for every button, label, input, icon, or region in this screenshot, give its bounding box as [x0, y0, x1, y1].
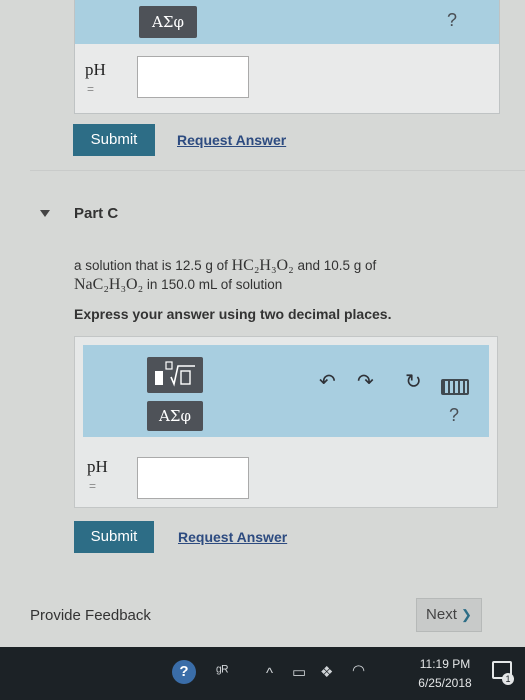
- ph-input[interactable]: [137, 457, 249, 499]
- request-answer-link[interactable]: Request Answer: [178, 529, 287, 545]
- reset-icon[interactable]: ↻: [405, 369, 422, 394]
- instruction-text: Express your answer using two decimal pl…: [74, 306, 392, 322]
- dropbox-icon[interactable]: ❖: [320, 663, 333, 681]
- taskbar: ? ᵍᴿ ^ ▭ ❖ ◠ 11:19 PM 6/25/2018 1: [0, 647, 525, 700]
- ph-label: pH: [87, 457, 108, 476]
- help-icon[interactable]: ?: [172, 660, 196, 684]
- symbols-button[interactable]: ΑΣφ: [147, 401, 203, 431]
- prev-math-toolbar: ΑΣφ ?: [75, 0, 499, 44]
- notification-badge: 1: [502, 673, 514, 685]
- ph-input[interactable]: [137, 56, 249, 98]
- request-answer-link[interactable]: Request Answer: [177, 132, 286, 148]
- part-title: Part C: [74, 205, 119, 222]
- keyboard-icon[interactable]: [441, 379, 469, 395]
- templates-icon: [155, 361, 195, 387]
- question-text: a solution that is 12.5 g of: [74, 258, 232, 273]
- equals-sign: =: [87, 82, 95, 96]
- question-line-2: NaC₂H₃O₂ in 150.0 mL of solution: [74, 276, 282, 294]
- ph-label: pH: [85, 60, 106, 79]
- formula-sodium-acetate: NaC₂H₃O₂: [74, 276, 144, 293]
- undo-icon[interactable]: ↶: [319, 369, 336, 394]
- collapse-arrow-icon[interactable]: [40, 210, 50, 217]
- provide-feedback-link[interactable]: Provide Feedback: [30, 607, 151, 624]
- section-divider: [30, 170, 525, 171]
- battery-icon[interactable]: ▭: [292, 663, 306, 681]
- help-icon[interactable]: ?: [447, 10, 457, 31]
- submit-button[interactable]: Submit: [74, 521, 154, 553]
- date-text: 6/25/2018: [418, 676, 472, 690]
- prev-answer-box: ΑΣφ ? pH =: [74, 0, 500, 114]
- submit-button[interactable]: Submit: [73, 124, 155, 156]
- chevron-up-icon[interactable]: ^: [266, 665, 273, 682]
- help-icon[interactable]: ?: [449, 405, 459, 426]
- people-icon[interactable]: ᵍᴿ: [216, 663, 228, 680]
- question-text: in 150.0 mL of solution: [143, 277, 283, 292]
- templates-button[interactable]: [147, 357, 203, 393]
- next-button[interactable]: Next ❯: [416, 598, 482, 632]
- answer-box: ΑΣφ ↶ ↷ ↻ ? pH =: [74, 336, 498, 508]
- wifi-icon[interactable]: ◠: [352, 661, 365, 679]
- symbols-button[interactable]: ΑΣφ: [139, 6, 197, 38]
- equals-sign: =: [89, 479, 97, 493]
- math-toolbar: ΑΣφ ↶ ↷ ↻ ?: [83, 345, 489, 437]
- clock[interactable]: 11:19 PM 6/25/2018: [410, 655, 480, 693]
- next-label: Next: [426, 606, 457, 623]
- redo-icon[interactable]: ↷: [357, 369, 374, 394]
- question-line-1: a solution that is 12.5 g of HC₂H₃O₂ and…: [74, 257, 376, 275]
- question-text: and 10.5 g of: [293, 258, 377, 273]
- formula-acetic-acid: HC₂H₃O₂: [231, 257, 294, 274]
- chevron-right-icon: ❯: [461, 607, 472, 622]
- time-text: 11:19 PM: [419, 657, 471, 671]
